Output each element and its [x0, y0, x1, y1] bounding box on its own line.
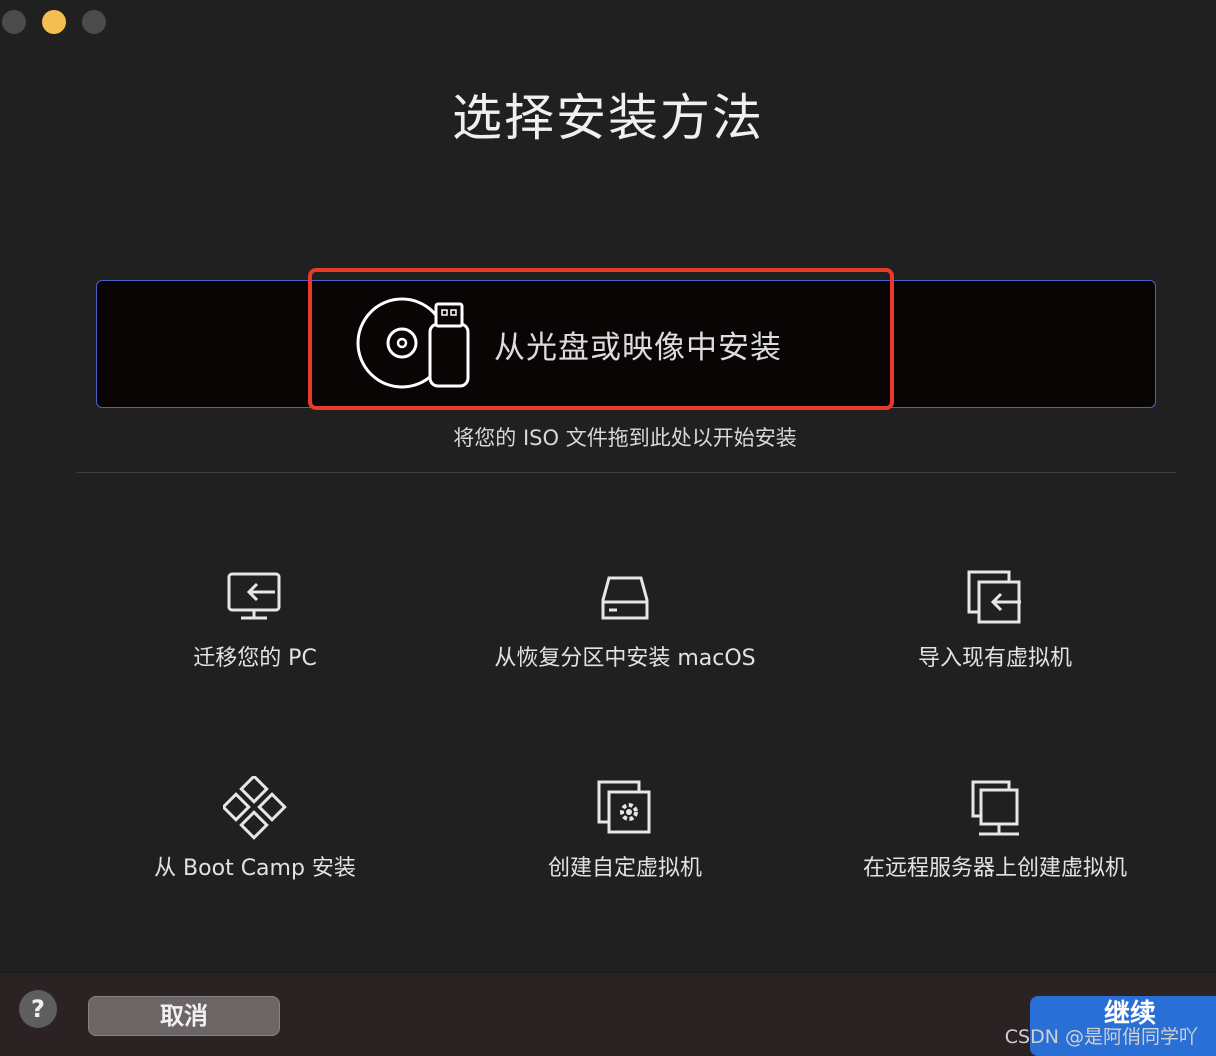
import-vm-icon — [967, 570, 1021, 624]
drop-zone-label: 从光盘或映像中安装 — [494, 330, 782, 366]
option-remote-server[interactable]: 在远程服务器上创建虚拟机 — [810, 776, 1180, 882]
option-label: 从恢复分区中安装 macOS — [494, 646, 756, 671]
cancel-button[interactable]: 取消 — [88, 996, 280, 1036]
close-window-button[interactable] — [2, 10, 26, 34]
minimize-window-button[interactable] — [42, 10, 66, 34]
option-recovery-macos[interactable]: 从恢复分区中安装 macOS — [440, 566, 810, 672]
option-label: 创建自定虚拟机 — [547, 856, 702, 881]
remote-server-icon — [971, 780, 1019, 836]
migrate-pc-icon — [227, 572, 281, 620]
help-button[interactable]: ? — [19, 990, 57, 1028]
option-import-vm[interactable]: 导入现有虚拟机 — [810, 566, 1180, 672]
option-label: 在远程服务器上创建虚拟机 — [862, 856, 1127, 881]
disc-usb-icon — [356, 297, 470, 389]
option-bootcamp[interactable]: 从 Boot Camp 安装 — [70, 776, 440, 882]
divider — [76, 472, 1176, 473]
drive-icon — [601, 576, 649, 620]
option-label: 导入现有虚拟机 — [917, 646, 1072, 671]
drop-zone-hint: 将您的 ISO 文件拖到此处以开始安装 — [453, 426, 797, 450]
option-migrate-pc[interactable]: 迁移您的 PC — [70, 566, 440, 672]
page-title: 选择安装方法 — [452, 89, 764, 147]
bootcamp-icon — [223, 776, 287, 840]
watermark-text: CSDN @是阿俏同学吖 — [1004, 1026, 1198, 1048]
option-label: 从 Boot Camp 安装 — [154, 856, 356, 881]
option-label: 迁移您的 PC — [193, 646, 317, 671]
option-custom-vm[interactable]: 创建自定虚拟机 — [440, 776, 810, 882]
zoom-window-button[interactable] — [82, 10, 106, 34]
window-controls — [2, 10, 106, 34]
custom-vm-icon — [597, 780, 651, 834]
